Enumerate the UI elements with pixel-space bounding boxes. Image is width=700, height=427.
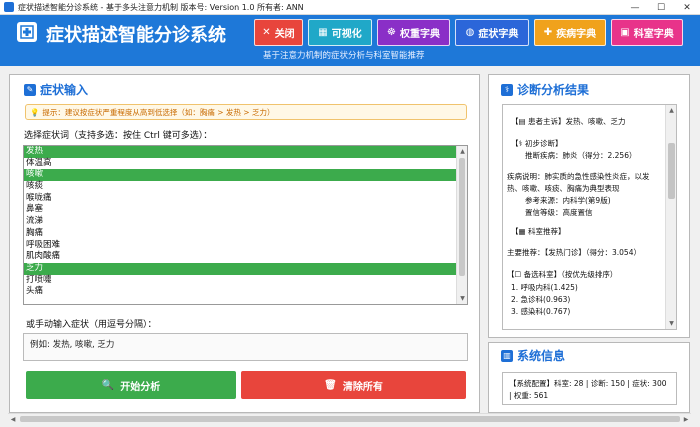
result-line: 推断疾病：肺炎（得分：2.256）	[525, 151, 637, 160]
symptom-option[interactable]: 打喷嚏	[24, 275, 467, 287]
symptom-input-title: ✎ 症状输入	[24, 81, 88, 98]
symptom-dictionary-icon: ◍	[465, 27, 475, 38]
system-info-title-text: 系统信息	[517, 349, 566, 363]
lightbulb-icon: 💡	[30, 107, 40, 117]
search-icon: 🔍	[101, 379, 115, 391]
window-titlebar: 症状描述智能分诊系统 - 基于多头注意力机制 版本号: Version 1.0 …	[0, 0, 700, 15]
symptom-option[interactable]: 流涕	[24, 216, 467, 228]
result-line: 3. 感染科(0.767)	[511, 307, 571, 316]
manual-symptom-input[interactable]: 例如: 发热, 咳嗽, 乏力	[23, 333, 468, 361]
scrollbar-thumb[interactable]	[20, 416, 680, 422]
weight-dictionary-label: 权重字典	[399, 29, 440, 40]
tip-text: 提示：建议按症状严重程度从高到低选择（如：胸痛 > 发热 > 乏力）	[42, 107, 275, 117]
trash-icon: 🗑	[324, 379, 337, 391]
symptom-listbox[interactable]: 发热 体温高 咳嗽 咳痰 喉咙痛 鼻塞 流涕 胸痛 呼吸困难 肌肉酸痛 乏力 打喷嚏 头痛 ▲ ▼	[23, 145, 468, 305]
scroll-down-icon[interactable]: ▼	[457, 293, 467, 304]
symptom-option[interactable]: 发热	[24, 146, 467, 158]
scroll-left-icon[interactable]: ◀	[8, 414, 18, 424]
scroll-up-icon[interactable]: ▲	[457, 146, 467, 157]
app-title: 症状描述智能分诊系统	[46, 25, 226, 46]
close-icon: ✕	[262, 27, 271, 38]
close-button-label: 关闭	[274, 29, 295, 40]
symptom-option[interactable]: 咳嗽	[24, 169, 467, 182]
diagnosis-result-text[interactable]: 【▤ 患者主诉】发热、咳嗽、乏力 【⚕ 初步诊断】 推断疾病：肺炎（得分：2.2…	[502, 104, 677, 330]
system-info-text: 【系统配置】科室: 28 | 诊断: 150 | 症状: 300 | 权重: 5…	[502, 372, 677, 405]
symptom-dictionary-button[interactable]: ◍ 症状字典	[455, 19, 529, 46]
result-line: 主要推荐：【发热门诊】（得分：3.054）	[507, 248, 641, 257]
result-line: 疾病说明：肺实质的急性感染性炎症，以发	[507, 172, 650, 181]
bar-chart-icon: ▥	[501, 349, 513, 362]
result-line: 热、咳嗽、咳痰、胸痛为典型表现	[507, 184, 620, 193]
symptom-option[interactable]: 肌肉酸痛	[24, 251, 467, 263]
result-line: 2. 急诊科(0.963)	[511, 295, 571, 304]
clear-all-label: 清除所有	[342, 381, 383, 393]
system-weight-line: | 权重: 561	[509, 391, 549, 400]
result-line: 1. 呼吸内科(1.425)	[511, 283, 578, 292]
app-header: 症状描述智能分诊系统 基于注意力机制的症状分析与科室智能推荐 ✕ 关闭 ▦ 可视化 …	[0, 15, 700, 66]
app-subtitle: 基于注意力机制的症状分析与科室智能推荐	[263, 51, 425, 61]
result-line: 【▤ 患者主诉】发热、咳嗽、乏力	[511, 117, 626, 126]
horizontal-scrollbar[interactable]: ◀ ▶	[8, 413, 691, 423]
result-line: 【⚕ 初步诊断】	[511, 139, 563, 148]
result-scrollbar[interactable]: ▲ ▼	[665, 105, 676, 329]
weight-dictionary-button[interactable]: ☸ 权重字典	[377, 19, 450, 46]
maximize-icon[interactable]: ☐	[648, 0, 674, 15]
system-config-line: 【系统配置】科室: 28 | 诊断: 150 | 症状: 300	[509, 379, 667, 388]
result-line: 置信等级：高度置信	[525, 208, 593, 217]
symptom-option[interactable]: 鼻塞	[24, 204, 467, 216]
symptom-option[interactable]: 呼吸困难	[24, 240, 467, 252]
scroll-right-icon[interactable]: ▶	[681, 414, 691, 424]
scroll-up-icon[interactable]: ▲	[666, 105, 676, 116]
symptom-input-title-text: 症状输入	[40, 83, 89, 97]
app-logo-icon	[17, 22, 37, 42]
symptom-option[interactable]: 体温高	[24, 158, 467, 170]
stethoscope-icon: ⚕	[501, 83, 513, 96]
select-symptoms-label: 选择症状词（支持多选：按住 Ctrl 键可多选）：	[24, 131, 213, 141]
result-line: 【☐ 备选科室】（按优先级排序）	[507, 270, 618, 279]
dictionary-icon: ☸	[387, 27, 396, 38]
result-line: 【▦ 科室推荐】	[511, 227, 566, 236]
window-controls: — ☐ ✕	[622, 0, 700, 15]
manual-input-label: 或手动输入症状（用逗号分隔）：	[26, 320, 157, 330]
disease-dictionary-button[interactable]: ✚ 疾病字典	[534, 19, 606, 46]
scrollbar-thumb[interactable]	[668, 143, 675, 199]
diagnosis-result-title-text: 诊断分析结果	[517, 83, 590, 97]
symptom-option[interactable]: 头痛	[24, 286, 467, 298]
chart-icon: ▦	[318, 27, 328, 38]
scroll-down-icon[interactable]: ▼	[666, 318, 676, 329]
listbox-scrollbar[interactable]: ▲ ▼	[456, 146, 467, 304]
clear-all-button[interactable]: 🗑 清除所有	[241, 371, 466, 399]
system-info-title: ▥ 系统信息	[501, 347, 565, 364]
disease-dictionary-label: 疾病字典	[556, 29, 597, 40]
tip-banner: 💡 提示：建议按症状严重程度从高到低选择（如：胸痛 > 发热 > 乏力）	[25, 104, 467, 120]
edit-icon: ✎	[24, 83, 36, 96]
department-dictionary-icon: ▣	[620, 27, 630, 38]
disease-dictionary-icon: ✚	[543, 27, 553, 38]
symptom-option[interactable]: 喉咙痛	[24, 193, 467, 205]
visualize-button[interactable]: ▦ 可视化	[308, 19, 372, 46]
diagnosis-result-title: ⚕ 诊断分析结果	[501, 81, 589, 98]
symptom-option[interactable]: 胸痛	[24, 228, 467, 240]
symptom-option[interactable]: 乏力	[24, 262, 467, 275]
close-button[interactable]: ✕ 关闭	[254, 19, 303, 46]
visualize-button-label: 可视化	[331, 29, 362, 40]
start-analysis-button[interactable]: 🔍 开始分析	[26, 371, 236, 399]
symptom-dictionary-label: 症状字典	[478, 29, 519, 40]
scrollbar-thumb[interactable]	[459, 158, 465, 276]
result-line: 参考来源：内科学(第9版)	[525, 196, 611, 205]
minimize-icon[interactable]: —	[622, 0, 648, 15]
symptom-option[interactable]: 咳痰	[24, 181, 467, 193]
start-analysis-label: 开始分析	[120, 381, 161, 393]
department-dictionary-label: 科室字典	[633, 29, 674, 40]
close-window-icon[interactable]: ✕	[674, 0, 700, 15]
window-title: 症状描述智能分诊系统 - 基于多头注意力机制 版本号: Version 1.0 …	[18, 2, 304, 12]
app-icon	[4, 2, 14, 12]
department-dictionary-button[interactable]: ▣ 科室字典	[611, 19, 683, 46]
